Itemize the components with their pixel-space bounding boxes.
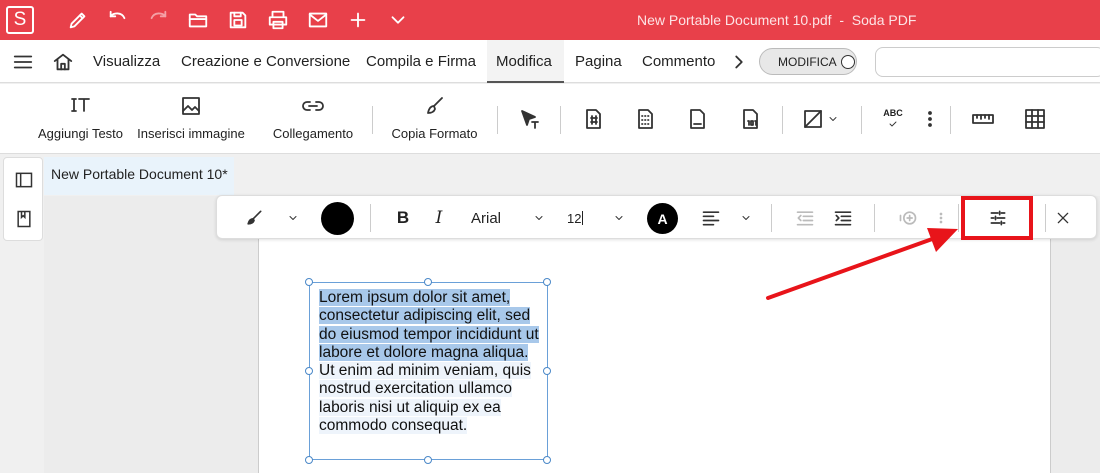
add-text-icon [70,98,90,112]
header-footer-icon[interactable] [632,106,658,132]
more-vertical-icon[interactable] [917,106,943,132]
resize-handle[interactable] [543,278,551,286]
redact-icon[interactable] [800,106,826,132]
ribbon-toolbar: Aggiungi Testo Inserisci immagine Colleg… [0,84,1100,154]
highlighter-icon[interactable] [241,206,267,230]
align-left-icon[interactable] [699,206,723,230]
print-icon[interactable] [265,7,291,33]
chevron-right-icon[interactable] [727,50,751,74]
spellcheck-label: ABC [883,108,903,118]
sign-pen-icon[interactable] [65,7,91,33]
text-box-content[interactable]: Lorem ipsum dolor sit amet, consectetur … [319,289,547,435]
resize-handle[interactable] [305,456,313,464]
resize-handle[interactable] [424,278,432,286]
resize-handle[interactable] [543,456,551,464]
hamburger-menu-icon[interactable] [11,50,35,74]
link-label: Collegamento [272,126,354,141]
tab-compila-firma[interactable]: Compila e Firma [366,53,476,70]
bookmark-icon[interactable] [13,208,35,230]
select-text-cursor-icon[interactable] [516,106,542,132]
add-icon[interactable] [345,7,371,33]
toolbar-divider [1045,204,1046,232]
panel-toggle-icon[interactable] [13,169,35,191]
window-title: New Portable Document 10.pdf - Soda PDF [637,12,917,28]
open-folder-icon[interactable] [185,7,211,33]
selected-text: Lorem ipsum dolor sit amet, consectetur … [319,289,539,361]
bates-numbering-icon[interactable] [737,106,763,132]
chevron-down-icon[interactable] [738,206,754,230]
increase-indent-icon[interactable] [831,206,855,230]
redo-icon[interactable] [145,7,171,33]
add-text-label: Aggiungi Testo [37,126,124,141]
spellcheck-icon[interactable]: ABC [880,106,906,132]
ribbon-divider [497,106,498,134]
mode-toggle-label: MODIFICA [778,54,837,69]
chevron-down-icon[interactable] [531,206,547,230]
font-family-select[interactable]: Arial [471,206,511,230]
more-vertical-icon[interactable] [933,206,949,230]
text-box[interactable]: Lorem ipsum dolor sit amet, consectetur … [305,278,551,464]
insert-image-button[interactable]: Inserisci immagine [137,94,245,141]
tab-creazione-conversione[interactable]: Creazione e Conversione [181,53,350,70]
tab-modifica[interactable]: Modifica [496,53,552,70]
italic-button[interactable]: I [429,206,449,230]
annotation-highlight-box [961,196,1033,240]
undo-icon[interactable] [105,7,131,33]
link-button[interactable]: Collegamento [273,94,353,141]
chevron-down-icon[interactable] [611,206,627,230]
close-icon[interactable] [1053,206,1073,230]
ribbon-divider [861,106,862,134]
soda-logo[interactable]: S [6,6,34,34]
side-panel [3,157,43,241]
tab-visualizza[interactable]: Visualizza [93,53,160,70]
font-family-value: Arial [471,209,502,227]
toolbar-divider [771,204,772,232]
ruler-icon[interactable] [970,106,996,132]
grid-icon[interactable] [1022,106,1048,132]
title-bar: S New Portable Document 10.pdf - Soda PD… [0,0,1100,40]
resize-handle[interactable] [305,278,313,286]
copy-format-label: Copia Formato [391,126,478,141]
font-size-value: 12 [567,210,582,226]
search-input[interactable] [875,47,1100,77]
link-icon [302,101,324,111]
bold-button[interactable]: B [393,206,413,230]
unselected-text: Ut enim ad minim veniam, quis nostrud ex… [319,362,531,435]
ribbon-divider [950,106,951,134]
font-color-button[interactable]: A [647,203,678,234]
toolbar-divider [958,204,959,232]
fill-color-swatch[interactable] [321,202,354,235]
home-icon[interactable] [51,50,75,74]
ribbon-divider [560,106,561,134]
toggle-circle-icon [840,54,855,69]
resize-handle[interactable] [305,367,313,375]
save-icon[interactable] [225,7,251,33]
resize-handle[interactable] [424,456,432,464]
tab-pagina[interactable]: Pagina [575,53,622,70]
chevron-down-icon[interactable] [285,206,301,230]
brush-icon [426,97,443,114]
chevron-down-icon[interactable] [385,7,411,33]
image-icon [182,97,200,115]
font-size-input[interactable]: 12 [567,206,591,230]
ribbon-divider [372,106,373,134]
resize-handle[interactable] [543,367,551,375]
insert-image-label: Inserisci immagine [137,126,245,141]
email-icon[interactable] [305,7,331,33]
modifica-mode-toggle[interactable]: MODIFICA [759,48,857,75]
toolbar-divider [370,204,371,232]
add-field-icon[interactable] [895,206,921,230]
tab-commento[interactable]: Commento [642,53,715,70]
ribbon-divider [782,106,783,134]
page-footer-icon[interactable] [684,106,710,132]
italic-icon: I [435,208,443,228]
toolbar-divider [874,204,875,232]
add-text-button[interactable]: Aggiungi Testo [24,94,137,141]
document-tab[interactable]: New Portable Document 10* [44,157,234,195]
page-number-icon[interactable] [580,106,606,132]
copy-format-button[interactable]: Copia Formato [391,94,478,141]
decrease-indent-icon[interactable] [793,206,817,230]
chevron-down-icon[interactable] [825,106,841,132]
bold-icon: B [396,208,410,227]
